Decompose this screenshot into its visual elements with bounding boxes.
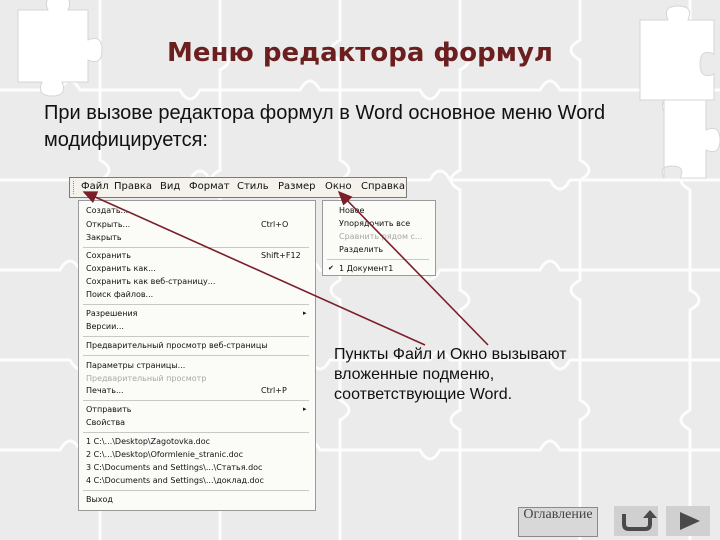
return-arrow-icon[interactable] (614, 506, 658, 536)
table-of-contents-button[interactable]: Оглавление (518, 507, 598, 537)
arrow-to-file-menu (82, 191, 426, 346)
arrow-to-window-menu (337, 190, 489, 346)
play-triangle-icon[interactable] (666, 506, 710, 536)
note-text: Пункты Файл и Окно вызывают вложенные по… (334, 346, 567, 403)
pointer-arrows (82, 190, 489, 346)
